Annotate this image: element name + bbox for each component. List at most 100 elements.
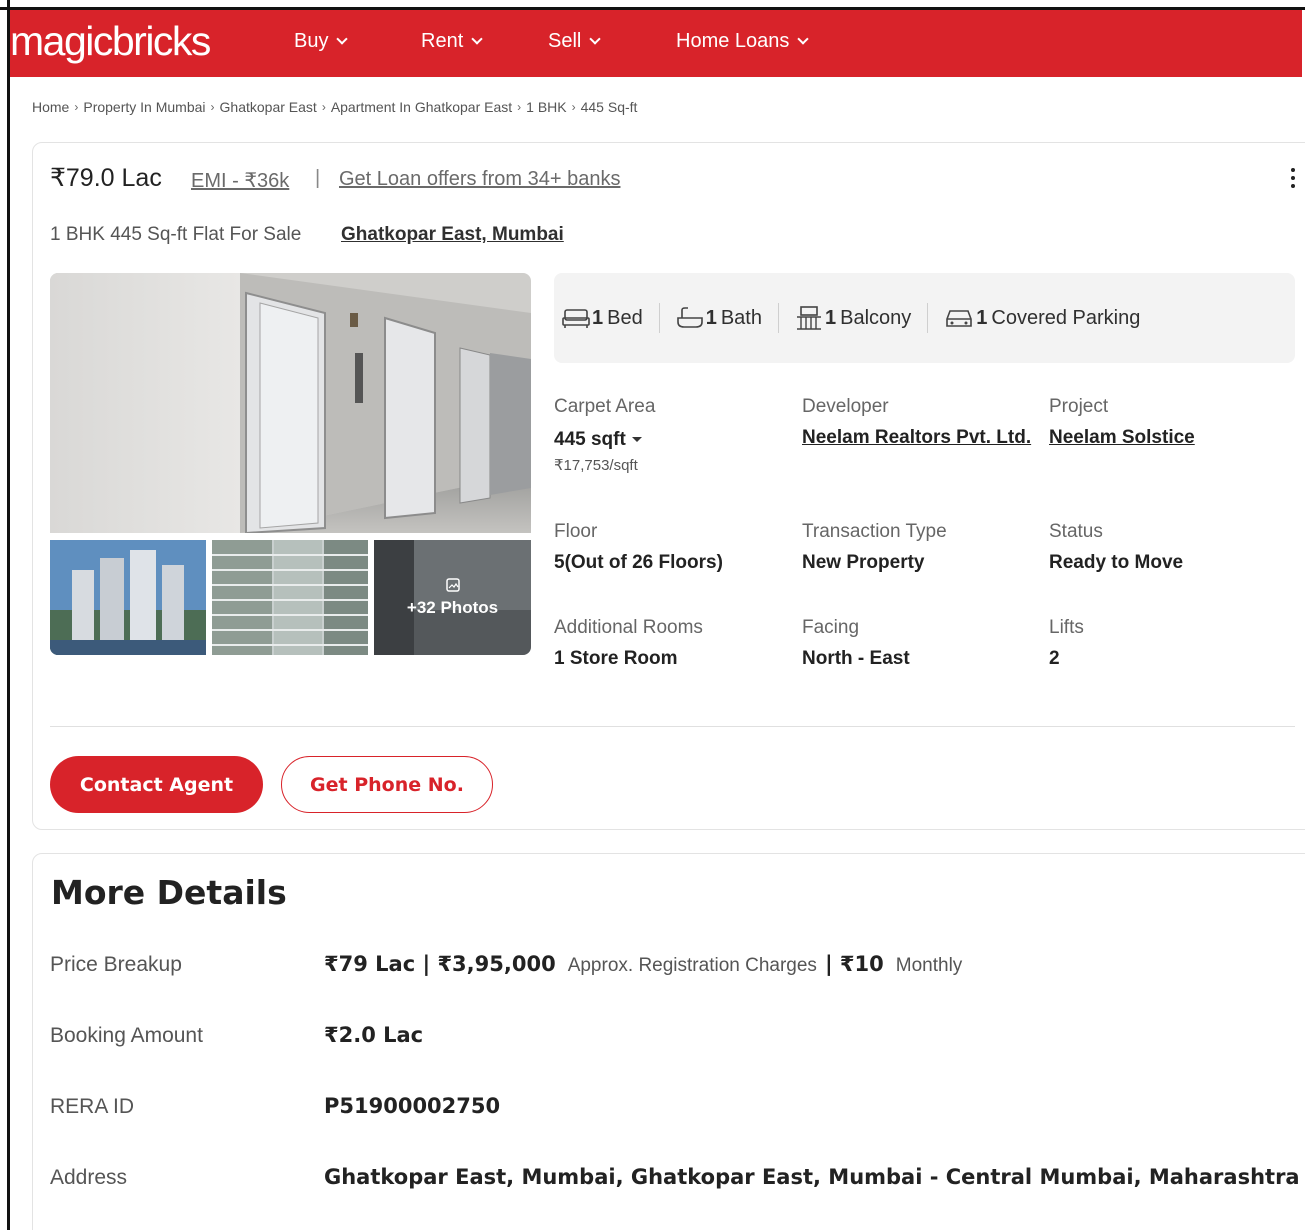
- spec-project: Project Neelam Solstice: [1049, 396, 1195, 452]
- spec-facing: Facing North - East: [802, 617, 910, 673]
- nav-sell[interactable]: Sell: [548, 30, 602, 53]
- detail-row-rera: RERA ID P51900002750: [50, 1094, 500, 1119]
- detail-value: P51900002750: [324, 1094, 501, 1118]
- window-left-border: [7, 0, 10, 1230]
- car-icon: [946, 310, 973, 327]
- carpet-area-value: 445 sqft: [554, 429, 626, 450]
- project-link[interactable]: Neelam Solstice: [1049, 424, 1195, 452]
- monthly-value: | ₹10: [824, 952, 884, 976]
- chevron-down-icon: [589, 33, 602, 45]
- amenity-count: 1: [825, 306, 837, 329]
- monthly-text: Monthly: [895, 955, 963, 976]
- detail-row-price-breakup: Price Breakup ₹79 Lac | ₹3,95,000 Approx.…: [50, 952, 970, 977]
- amenity-bath: 1 Bath: [676, 303, 779, 333]
- spec-status: Status Ready to Move: [1049, 521, 1183, 577]
- amenity-label: Covered Parking: [991, 306, 1141, 329]
- detail-label: RERA ID: [50, 1095, 135, 1118]
- amenity-parking: 1 Covered Parking: [944, 303, 1156, 333]
- main-photo[interactable]: [50, 273, 531, 533]
- amenity-count: 1: [976, 306, 988, 329]
- more-photos-tile[interactable]: +32 Photos: [374, 540, 531, 655]
- spec-additional-rooms: Additional Rooms 1 Store Room: [554, 617, 703, 673]
- loan-offers-link[interactable]: Get Loan offers from 34+ banks: [339, 168, 620, 191]
- detail-label: Booking Amount: [50, 1024, 203, 1047]
- image-icon: [445, 577, 460, 592]
- spec-label: Facing: [802, 617, 860, 638]
- spec-value: 2: [1049, 648, 1060, 669]
- balcony-icon: [797, 306, 821, 330]
- amenities-bar: 1 Bed 1 Bath 1 Balcony 1 Covered Parking: [554, 273, 1295, 363]
- detail-value: ₹2.0 Lac: [324, 1023, 424, 1047]
- detail-value: ₹79 Lac | ₹3,95,000 Approx. Registration …: [324, 952, 970, 977]
- breadcrumb-item[interactable]: Property In Mumbai: [83, 99, 205, 115]
- chevron-right-icon: ›: [321, 100, 326, 114]
- detail-label: Address: [50, 1166, 128, 1189]
- registration-text: Approx. Registration Charges: [567, 955, 817, 976]
- breadcrumb-item[interactable]: Home: [32, 99, 69, 115]
- amenity-count: 1: [705, 306, 717, 329]
- get-phone-button[interactable]: Get Phone No.: [281, 756, 493, 813]
- chevron-right-icon: ›: [210, 100, 215, 114]
- detail-row-booking: Booking Amount ₹2.0 Lac: [50, 1023, 423, 1048]
- chevron-down-icon: [797, 33, 810, 45]
- chevron-down-icon: [336, 33, 349, 45]
- thumbnail-photo[interactable]: [212, 540, 368, 655]
- detail-row-address: Address Ghatkopar East, Mumbai, Ghatkopa…: [50, 1165, 1300, 1190]
- amenity-balcony: 1 Balcony: [795, 303, 929, 333]
- nav-buy[interactable]: Buy: [294, 30, 349, 53]
- site-logo[interactable]: magicbricks: [10, 18, 211, 65]
- contact-agent-button[interactable]: Contact Agent: [50, 756, 263, 813]
- bath-icon: [676, 307, 703, 328]
- spec-label: Project: [1049, 396, 1109, 417]
- detail-label: Price Breakup: [50, 953, 182, 976]
- caret-down-icon: [631, 437, 642, 443]
- breadcrumb-item[interactable]: Ghatkopar East: [220, 99, 317, 115]
- spec-value: New Property: [802, 552, 925, 573]
- divider: [50, 726, 1295, 727]
- bed-icon: [562, 309, 590, 328]
- spec-value: North - East: [802, 648, 910, 669]
- spec-transaction-type: Transaction Type New Property: [802, 521, 947, 577]
- spec-label: Additional Rooms: [554, 617, 703, 638]
- thumbnail-photo[interactable]: [50, 540, 206, 655]
- nav-label: Buy: [294, 30, 329, 52]
- spec-value: 5(Out of 26 Floors): [554, 552, 723, 573]
- nav-label: Home Loans: [676, 30, 790, 52]
- spec-value[interactable]: 445 sqft: [554, 426, 655, 454]
- spec-label: Developer: [802, 396, 889, 417]
- spec-label: Carpet Area: [554, 396, 656, 417]
- spec-lifts: Lifts 2: [1049, 617, 1084, 673]
- price-per-sqft: ₹17,753/sqft: [554, 457, 638, 474]
- amenity-label: Balcony: [840, 306, 912, 329]
- breadcrumb-item[interactable]: 1 BHK: [526, 99, 566, 115]
- breadcrumb-item: 445 Sq-ft: [580, 99, 638, 115]
- more-photos-label: +32 Photos: [406, 597, 499, 617]
- spec-label: Status: [1049, 521, 1103, 542]
- site-header: magicbricks Buy Rent Sell Home Loans: [10, 10, 1302, 77]
- spec-label: Transaction Type: [802, 521, 947, 542]
- emi-link[interactable]: EMI - ₹36k: [191, 168, 289, 193]
- chevron-right-icon: ›: [571, 100, 576, 114]
- nav-label: Sell: [548, 30, 582, 52]
- amenity-label: Bath: [720, 306, 762, 329]
- amenity-count: 1: [592, 306, 604, 329]
- listing-price: ₹79.0 Lac: [50, 164, 162, 192]
- spec-floor: Floor 5(Out of 26 Floors): [554, 521, 723, 577]
- locality-link[interactable]: Ghatkopar East, Mumbai: [341, 224, 564, 246]
- nav-rent[interactable]: Rent: [421, 30, 483, 53]
- amenity-label: Bed: [607, 306, 643, 329]
- spec-label: Floor: [554, 521, 598, 542]
- spec-value: Ready to Move: [1049, 552, 1184, 573]
- developer-link[interactable]: Neelam Realtors Pvt. Ltd.: [802, 424, 1032, 452]
- nav-home-loans[interactable]: Home Loans: [676, 30, 810, 53]
- chevron-right-icon: ›: [517, 100, 522, 114]
- more-details-title: More Details: [51, 873, 287, 912]
- photos-overlay: +32 Photos: [374, 540, 531, 655]
- spec-value: 1 Store Room: [554, 648, 678, 669]
- breadcrumb-item[interactable]: Apartment In Ghatkopar East: [331, 99, 512, 115]
- more-options-icon[interactable]: [1290, 168, 1296, 194]
- detail-value: Ghatkopar East, Mumbai, Ghatkopar East, …: [324, 1165, 1300, 1189]
- separator: |: [315, 167, 321, 189]
- chevron-down-icon: [471, 33, 483, 45]
- chevron-right-icon: ›: [74, 100, 79, 114]
